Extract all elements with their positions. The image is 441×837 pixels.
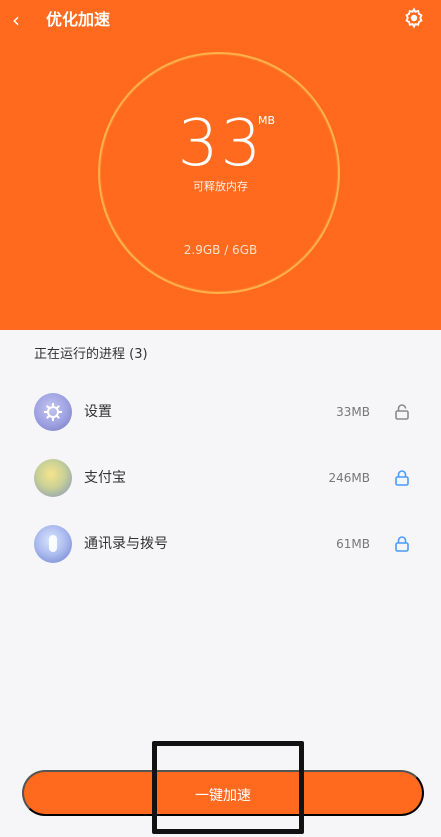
top-bar: ‹ 优化加速 — [0, 0, 441, 40]
process-size: 246MB — [328, 471, 371, 485]
settings-app-icon — [34, 393, 72, 431]
chevron-left-icon: ‹ — [12, 8, 20, 32]
process-size: 61MB — [336, 537, 370, 551]
releasable-memory-value: 33 — [177, 107, 264, 181]
contacts-dialer-app-icon — [34, 525, 72, 563]
highlight-box — [152, 741, 304, 834]
process-row-contacts-dialer[interactable]: 通讯录与拨号 61MB — [34, 525, 414, 569]
lock-icon[interactable] — [394, 535, 410, 553]
gear-icon — [44, 403, 62, 421]
releasable-memory-label: 可释放内存 — [193, 180, 248, 193]
process-name: 设置 — [84, 404, 112, 420]
memory-header: ‹ 优化加速 33 MB 可释放内存 2.9GB / 6GB — [0, 0, 441, 330]
unlock-icon[interactable] — [394, 403, 410, 421]
page-title: 优化加速 — [46, 10, 111, 29]
process-row-settings[interactable]: 设置 33MB — [34, 393, 414, 437]
process-name: 通讯录与拨号 — [84, 536, 168, 552]
lock-icon[interactable] — [394, 469, 410, 487]
optimize-speed-page: ‹ 优化加速 33 MB 可释放内存 2.9GB / 6GB 正在运行的进程 (… — [0, 0, 441, 837]
process-row-alipay[interactable]: 支付宝 246MB — [34, 459, 414, 503]
running-processes-title: 正在运行的进程 (3) — [34, 347, 148, 362]
process-size: 33MB — [336, 405, 370, 419]
back-button[interactable]: ‹ — [12, 8, 32, 32]
phone-icon — [49, 535, 57, 552]
settings-button[interactable] — [403, 7, 425, 29]
memory-usage: 2.9GB / 6GB — [183, 243, 258, 257]
gear-icon — [405, 7, 423, 29]
releasable-memory-unit: MB — [258, 114, 276, 127]
process-name: 支付宝 — [84, 470, 126, 486]
alipay-app-icon — [34, 459, 72, 497]
